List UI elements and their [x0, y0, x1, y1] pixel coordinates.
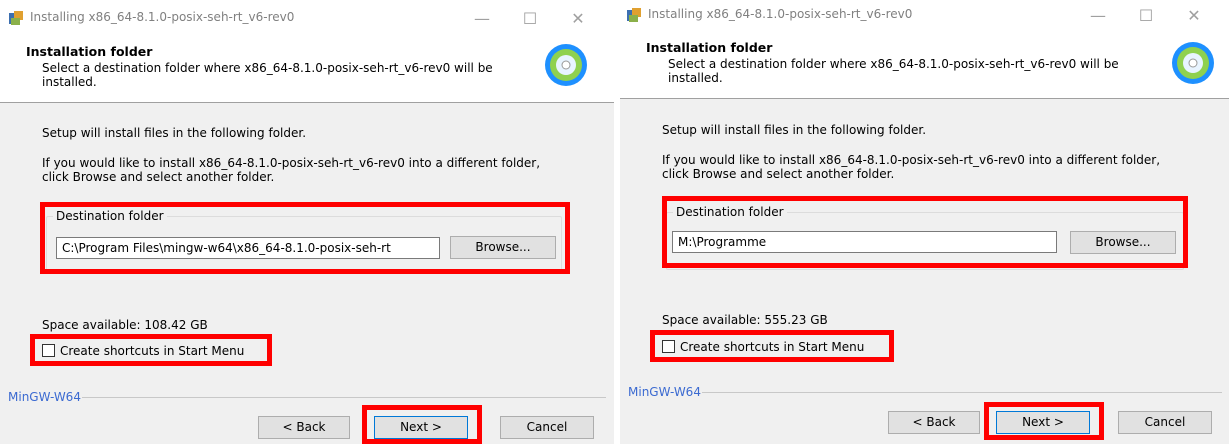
instructions-text: If you would like to install x86_64-8.1.… — [662, 153, 1161, 181]
next-button[interactable]: Next > — [374, 416, 468, 439]
wizard-header: Installation folder Select a destination… — [620, 30, 1229, 99]
page-title: Installation folder — [26, 44, 153, 59]
brand-label: MinGW-W64 — [8, 390, 81, 404]
cd-disc-icon — [545, 44, 587, 86]
destination-path-input[interactable]: M:\Programme — [672, 231, 1057, 253]
back-button[interactable]: < Back — [258, 416, 350, 439]
shortcuts-checkbox[interactable] — [42, 344, 55, 357]
minimize-button[interactable]: — — [1078, 3, 1118, 29]
destination-folder-label: Destination folder — [673, 205, 787, 219]
page-subtitle: Select a destination folder where x86_64… — [668, 57, 1119, 85]
title-bar[interactable]: Installing x86_64-8.1.0-posix-seh-rt_v6-… — [620, 0, 1229, 34]
next-button[interactable]: Next > — [996, 411, 1090, 434]
browse-button[interactable]: Browse... — [450, 236, 556, 259]
window-title: Installing x86_64-8.1.0-posix-seh-rt_v6-… — [648, 7, 913, 21]
maximize-button[interactable]: ☐ — [510, 6, 550, 32]
cd-disc-icon — [1172, 42, 1214, 84]
installer-window-left: Installing x86_64-8.1.0-posix-seh-rt_v6-… — [0, 0, 614, 444]
intro-text: Setup will install files in the followin… — [662, 123, 927, 137]
maximize-button[interactable]: ☐ — [1126, 3, 1166, 29]
space-available-text: Space available: 108.42 GB — [42, 318, 208, 332]
title-bar[interactable]: Installing x86_64-8.1.0-posix-seh-rt_v6-… — [0, 0, 614, 34]
browse-button[interactable]: Browse... — [1070, 231, 1176, 254]
destination-path-input[interactable]: C:\Program Files\mingw-w64\x86_64-8.1.0-… — [56, 237, 440, 259]
brand-label: MinGW-W64 — [628, 385, 701, 399]
cancel-button[interactable]: Cancel — [1118, 411, 1212, 434]
close-button[interactable]: ✕ — [558, 6, 598, 32]
instructions-text: If you would like to install x86_64-8.1.… — [42, 156, 541, 184]
branding-separator — [82, 397, 606, 398]
page-subtitle: Select a destination folder where x86_64… — [42, 61, 493, 89]
cancel-button[interactable]: Cancel — [500, 416, 594, 439]
close-button[interactable]: ✕ — [1174, 3, 1214, 29]
installer-icon — [9, 11, 23, 25]
shortcuts-checkbox[interactable] — [662, 340, 675, 353]
shortcuts-label[interactable]: Create shortcuts in Start Menu — [680, 340, 864, 354]
branding-separator — [702, 392, 1222, 393]
shortcuts-label[interactable]: Create shortcuts in Start Menu — [60, 344, 244, 358]
back-button[interactable]: < Back — [888, 411, 980, 434]
wizard-header: Installation folder Select a destination… — [0, 34, 614, 103]
destination-folder-label: Destination folder — [53, 209, 167, 223]
space-available-text: Space available: 555.23 GB — [662, 313, 828, 327]
installer-icon — [627, 8, 641, 22]
page-title: Installation folder — [646, 40, 773, 55]
installer-window-right: Installing x86_64-8.1.0-posix-seh-rt_v6-… — [620, 0, 1229, 444]
window-title: Installing x86_64-8.1.0-posix-seh-rt_v6-… — [30, 10, 295, 24]
intro-text: Setup will install files in the followin… — [42, 126, 307, 140]
minimize-button[interactable]: — — [462, 6, 502, 32]
